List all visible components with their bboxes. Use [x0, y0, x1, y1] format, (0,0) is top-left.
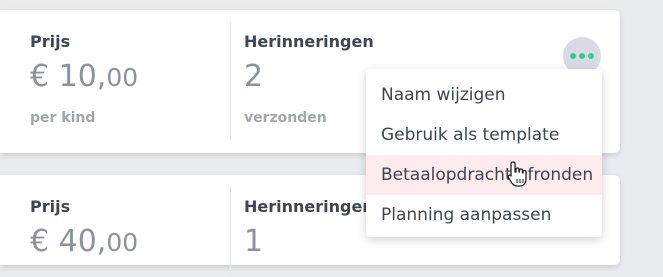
- price-value-cents: 00: [106, 228, 139, 257]
- reminders-value: 2: [244, 59, 264, 94]
- price-label: Prijs: [30, 32, 71, 51]
- hand-cursor-icon: [507, 161, 527, 187]
- options-dropdown-menu: Naam wijzigen Gebruik als template Betaa…: [366, 69, 602, 237]
- more-horizontal-icon: [579, 53, 585, 59]
- price-value-main: € 10,: [30, 59, 107, 94]
- reminders-value: 1: [244, 224, 264, 259]
- reminders-sub: verzonden: [244, 110, 327, 126]
- column-divider: [230, 187, 231, 277]
- price-value: € 40,00: [30, 227, 138, 257]
- price-label: Prijs: [30, 197, 71, 216]
- column-divider: [230, 22, 231, 140]
- price-sub: per kind: [30, 110, 96, 126]
- reminders-label: Herinneringen: [244, 197, 374, 216]
- price-value-main: € 40,: [30, 224, 107, 259]
- menu-item-adjust-planning[interactable]: Planning aanpassen: [366, 195, 602, 235]
- more-horizontal-icon: [588, 53, 594, 59]
- more-horizontal-icon: [570, 53, 576, 59]
- menu-item-complete-payment[interactable]: Betaalopdracht afronden: [366, 155, 602, 195]
- menu-item-use-as-template[interactable]: Gebruik als template: [366, 115, 602, 155]
- reminders-label: Herinneringen: [244, 32, 374, 51]
- price-value: € 10,00: [30, 62, 138, 92]
- menu-item-rename[interactable]: Naam wijzigen: [366, 75, 602, 115]
- price-value-cents: 00: [106, 63, 139, 92]
